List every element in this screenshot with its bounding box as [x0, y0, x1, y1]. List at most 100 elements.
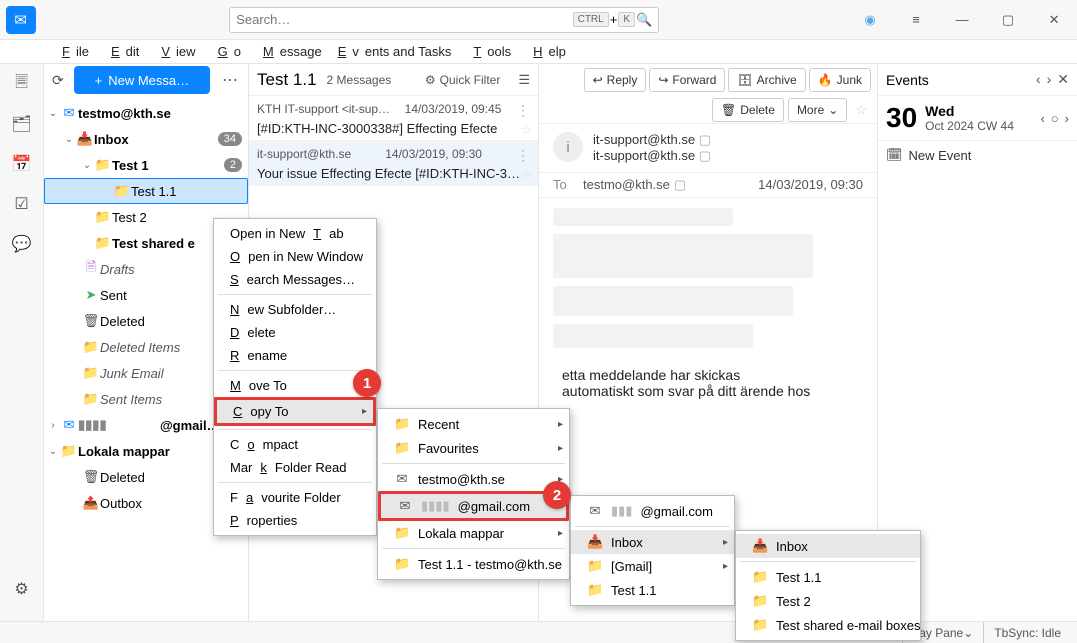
folder-icon: 📁 — [394, 416, 410, 432]
today-icon[interactable]: ○ — [1051, 111, 1059, 126]
folder-test11[interactable]: 📁Test 1.1 — [44, 178, 248, 204]
menu-message[interactable]: Message — [251, 42, 328, 61]
menu-edit[interactable]: Edit — [99, 42, 145, 61]
prev-icon[interactable]: ‹ — [1036, 71, 1041, 88]
sub2-gmail-folder[interactable]: 📁[Gmail]▸ — [571, 554, 734, 578]
account-testmo[interactable]: ⌄✉testmo@kth.se — [44, 100, 248, 126]
star-icon[interactable]: ☆ — [851, 102, 871, 118]
ctx-properties[interactable]: Properties — [214, 509, 376, 532]
get-messages-icon[interactable]: ⟳ — [50, 72, 66, 89]
ctx-delete[interactable]: Delete — [214, 321, 376, 344]
sub3-test11[interactable]: 📁Test 1.1 — [736, 565, 920, 589]
chevron-down-icon: ⌄ — [828, 103, 838, 117]
folder-icon: 📁 — [94, 157, 112, 173]
ctx-copy-to[interactable]: Copy To▸ — [214, 397, 376, 426]
appmenu-button[interactable]: ≡ — [893, 0, 939, 40]
sent-icon: ➤ — [82, 287, 100, 303]
settings-icon[interactable]: ⚙ — [8, 575, 36, 603]
next-day-icon[interactable]: › — [1065, 111, 1069, 126]
spaces-toolbar: 🗏 🗂 📅 ☑ 💬 ⚙ ⇤ — [0, 64, 44, 643]
ctx-compact[interactable]: Compact — [214, 433, 376, 456]
sub3-inbox[interactable]: 📥Inbox — [736, 534, 920, 558]
message-menu-icon[interactable]: ⋮ — [516, 147, 530, 164]
sub3-test2[interactable]: 📁Test 2 — [736, 589, 920, 613]
ctx-favourite[interactable]: Favourite Folder — [214, 486, 376, 509]
menu-file[interactable]: File — [50, 42, 95, 61]
message-sender: it-support@kth.se — [257, 147, 351, 164]
sub3-shared[interactable]: 📁Test shared e-mail boxes — [736, 613, 920, 637]
maximize-button[interactable]: ▢ — [985, 0, 1031, 40]
sub-gmail[interactable]: ✉▮▮▮▮@gmail.com▸ — [378, 491, 569, 521]
message-row[interactable]: it-support@kth.se14/03/2019, 09:30⋮ Your… — [249, 141, 538, 186]
minimize-button[interactable]: — — [939, 0, 985, 40]
sub2-gmail[interactable]: ✉▮▮▮@gmail.com — [571, 499, 734, 523]
menu-go[interactable]: Go — [206, 42, 247, 61]
search-input[interactable] — [236, 12, 571, 27]
addressbook-icon[interactable]: 🗂 — [8, 110, 36, 138]
events-title: Events — [886, 72, 929, 88]
menu-events-tasks[interactable]: Events and Tasks — [332, 42, 458, 61]
global-search[interactable]: CTRL + K 🔍 — [229, 7, 659, 33]
folder-test1[interactable]: ⌄📁Test 12 — [44, 152, 248, 178]
folder-icon: 📁 — [113, 183, 131, 199]
ctx-open-window[interactable]: Open in New Window — [214, 245, 376, 268]
star-icon[interactable]: ☆ — [520, 122, 532, 138]
trash-icon: 🗑 — [721, 103, 736, 117]
sub-recent[interactable]: 📁Recent▸ — [378, 412, 569, 436]
inbox-icon: 📥 — [752, 538, 768, 554]
message-row[interactable]: KTH IT-support <it-sup…14/03/2019, 09:45… — [249, 96, 538, 141]
folder-icon: 📁 — [94, 209, 112, 225]
archive-icon: 🗄 — [737, 73, 752, 87]
forward-button[interactable]: ↪Forward — [649, 68, 725, 92]
more-button[interactable]: More⌄ — [788, 98, 847, 122]
mail-space-icon[interactable]: 🗏 — [8, 70, 36, 98]
menu-view[interactable]: View — [149, 42, 201, 61]
chat-icon[interactable]: 💬 — [8, 230, 36, 258]
folder-pane-options[interactable]: ⋯ — [218, 70, 242, 90]
reply-button[interactable]: ↩Reply — [584, 68, 647, 92]
folder-icon: 📁 — [394, 556, 410, 572]
close-button[interactable]: ✕ — [1031, 0, 1077, 40]
delete-button[interactable]: 🗑Delete — [712, 98, 784, 122]
ctx-move-to[interactable]: Move To▸ — [214, 374, 376, 397]
contact-icon[interactable]: ▢ — [699, 148, 711, 163]
folder-context-menu: Open in New Tab Open in New Window Searc… — [213, 218, 377, 536]
folder-icon: 📁 — [587, 582, 603, 598]
quick-filter-toggle[interactable]: ⚙Quick Filter — [425, 73, 500, 87]
new-event-button[interactable]: 🗓 New Event — [878, 141, 1077, 169]
next-icon[interactable]: › — [1047, 71, 1052, 88]
contact-icon[interactable]: ▢ — [674, 177, 686, 193]
ctx-mark-read[interactable]: Mark Folder Read — [214, 456, 376, 479]
sub-favourites[interactable]: 📁Favourites▸ — [378, 436, 569, 460]
ctx-rename[interactable]: Rename — [214, 344, 376, 367]
ctx-new-subfolder[interactable]: New Subfolder… — [214, 298, 376, 321]
tasks-icon[interactable]: ☑ — [8, 190, 36, 218]
message-menu-icon[interactable]: ⋮ — [516, 102, 530, 119]
menu-tools[interactable]: Tools — [461, 42, 517, 61]
ctx-search-messages[interactable]: Search Messages… — [214, 268, 376, 291]
sub-test11-again[interactable]: 📁Test 1.1 - testmo@kth.se — [378, 552, 569, 576]
archive-button[interactable]: 🗄Archive — [728, 68, 805, 92]
folder-icon: 📁 — [82, 339, 100, 355]
sub2-test11[interactable]: 📁Test 1.1 — [571, 578, 734, 602]
prev-day-icon[interactable]: ‹ — [1040, 111, 1044, 126]
tbsync-status[interactable]: TbSync: Idle — [983, 622, 1071, 643]
close-events-icon[interactable]: ✕ — [1057, 71, 1069, 88]
menu-help[interactable]: Help — [521, 42, 572, 61]
sync-icon[interactable]: ◉ — [847, 0, 893, 40]
titlebar: ✉ CTRL + K 🔍 ◉ ≡ — ▢ ✕ — [0, 0, 1077, 40]
list-options-icon[interactable]: ☰ — [518, 72, 530, 88]
folder-inbox[interactable]: ⌄📥Inbox34 — [44, 126, 248, 152]
star-icon[interactable]: ☆ — [520, 167, 532, 183]
from-address: it-support@kth.se ▢ — [593, 132, 711, 148]
sub-testmo[interactable]: ✉testmo@kth.se▸ — [378, 467, 569, 491]
calendar-icon[interactable]: 📅 — [8, 150, 36, 178]
copy-to-submenu: 📁Recent▸ 📁Favourites▸ ✉testmo@kth.se▸ ✉▮… — [377, 408, 570, 580]
sub-lokala[interactable]: 📁Lokala mappar▸ — [378, 521, 569, 545]
junk-button[interactable]: 🔥Junk — [809, 68, 871, 92]
contact-icon[interactable]: ▢ — [699, 132, 711, 147]
reply-icon: ↩ — [593, 73, 603, 87]
sub2-inbox[interactable]: 📥Inbox▸ — [571, 530, 734, 554]
ctx-open-tab[interactable]: Open in New Tab — [214, 222, 376, 245]
new-message-button[interactable]: +New Messa… — [74, 66, 210, 94]
